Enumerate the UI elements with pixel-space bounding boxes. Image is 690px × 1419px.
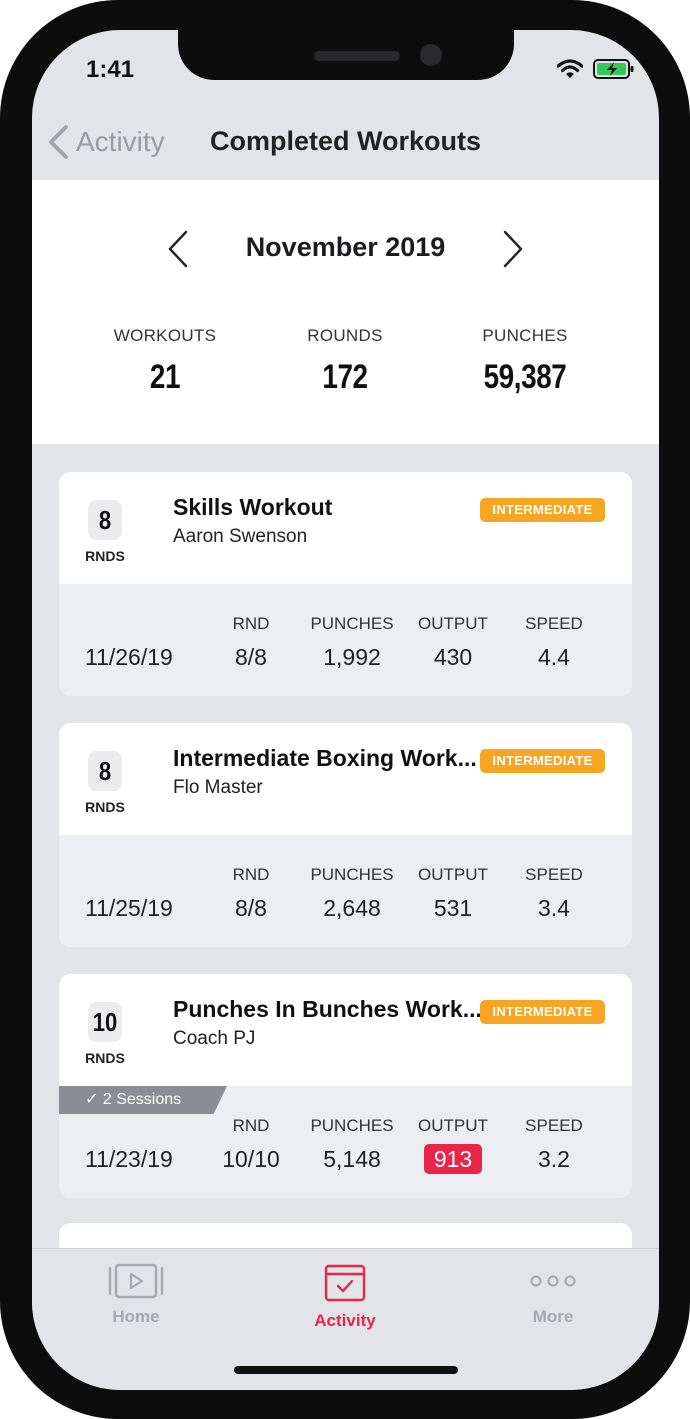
coach-name: Aaron Swenson: [173, 526, 308, 547]
stat-rounds: ROUNDS 172: [255, 326, 435, 397]
metric-label-punches: PUNCHES: [310, 865, 394, 884]
rounds-badge: 8: [88, 751, 122, 791]
workout-card[interactable]: 8 RNDS Intermediate Boxing Work... Flo M…: [59, 723, 632, 947]
sessions-tag: ✓ 2 Sessions: [59, 1086, 227, 1114]
rounds-badge: 10: [88, 1002, 122, 1042]
workout-card-header: 10 RNDS Punches In Bunches Work... Coach…: [59, 974, 632, 1086]
metric-value-punches: 5,148: [323, 1146, 381, 1172]
coach-name: Coach PJ: [173, 1028, 256, 1049]
workout-title: Skills Workout: [173, 494, 333, 520]
metric-value-speed: 4.4: [538, 644, 570, 670]
level-badge: INTERMEDIATE: [480, 749, 605, 773]
metric-value-output: 430: [433, 644, 473, 670]
month-label: November 2019: [245, 232, 446, 262]
metric-label-output: OUTPUT: [418, 1116, 488, 1135]
ellipsis-icon: [530, 1275, 576, 1287]
workout-date: 11/23/19: [85, 1146, 173, 1172]
stat-workouts: WORKOUTS 21: [75, 326, 255, 397]
month-summary: November 2019 WORKOUTS 21 ROUNDS 172 PUN…: [32, 180, 659, 444]
workout-card[interactable]: 10 RNDS Punches In Bunches Work... Coach…: [59, 974, 632, 1198]
workout-card-header: 8 RNDS Intermediate Boxing Work... Flo M…: [59, 723, 632, 835]
metric-value-punches: 1,992: [323, 644, 381, 670]
metric-label-speed: SPEED: [525, 865, 583, 884]
tab-label: More: [532, 1307, 574, 1326]
stat-punches: PUNCHES 59,387: [435, 326, 615, 397]
workout-date: 11/25/19: [85, 895, 173, 921]
workout-title: Intermediate Boxing Work...: [173, 745, 477, 771]
workout-metrics: ✓ 2 Sessions RND PUNCHES OUTPUT SPEED 11…: [59, 1086, 632, 1198]
stat-value: 172: [322, 358, 368, 396]
metric-label-rnd: RND: [232, 865, 270, 884]
speaker-grille: [314, 51, 400, 61]
metric-label-speed: SPEED: [525, 1116, 583, 1135]
navigation-bar: Activity Completed Workouts: [32, 110, 659, 178]
metric-value-rnd: 8/8: [235, 644, 267, 670]
video-play-icon: [108, 1263, 164, 1299]
metric-label-rnd: RND: [232, 1116, 270, 1135]
metric-value-punches: 2,648: [323, 895, 381, 921]
metric-value-rnd: 8/8: [235, 895, 267, 921]
metric-value-speed: 3.2: [538, 1146, 570, 1172]
battery-charging-icon: [593, 59, 634, 79]
level-badge: INTERMEDIATE: [480, 1000, 605, 1024]
rounds-unit: RNDS: [85, 548, 125, 564]
tab-home[interactable]: Home: [66, 1263, 206, 1327]
rounds-unit: RNDS: [85, 1050, 125, 1066]
output-highlight: 913: [423, 1144, 483, 1174]
wifi-icon: [557, 59, 583, 78]
stat-label: ROUNDS: [307, 326, 383, 345]
workout-title: Punches In Bunches Work...: [173, 996, 482, 1022]
rounds-badge: 8: [88, 500, 122, 540]
notch: [178, 30, 514, 80]
coach-name: Flo Master: [173, 777, 263, 798]
metric-label-punches: PUNCHES: [310, 614, 394, 633]
back-chevron-icon[interactable]: [46, 124, 70, 160]
workout-metrics: RND PUNCHES OUTPUT SPEED 11/26/19 8/8 1,…: [59, 584, 632, 696]
page-title: Completed Workouts: [210, 126, 482, 156]
tab-label: Home: [112, 1307, 160, 1326]
screen: 1:41 Activity Completed Workouts Novembe…: [32, 30, 659, 1390]
workout-card[interactable]: 8 RNDS Skills Workout Aaron Swenson INTE…: [59, 472, 632, 696]
phone-frame: 1:41 Activity Completed Workouts Novembe…: [0, 0, 690, 1419]
stat-label: WORKOUTS: [113, 326, 217, 345]
metric-label-punches: PUNCHES: [310, 1116, 394, 1135]
stat-value: 59,387: [483, 358, 567, 396]
metric-label-output: OUTPUT: [418, 865, 488, 884]
stat-value: 21: [149, 358, 181, 396]
metric-value-speed: 3.4: [538, 895, 570, 921]
next-month-icon[interactable]: [501, 230, 525, 268]
rounds-unit: RNDS: [85, 799, 125, 815]
tab-more[interactable]: More: [483, 1263, 623, 1327]
tab-activity[interactable]: Activity: [275, 1263, 415, 1331]
calendar-check-icon: [324, 1264, 366, 1302]
workout-card-header: 8 RNDS Skills Workout Aaron Swenson INTE…: [59, 472, 632, 584]
metric-label-speed: SPEED: [525, 614, 583, 633]
metric-label-rnd: RND: [232, 614, 270, 633]
metric-label-output: OUTPUT: [418, 614, 488, 633]
metric-value-output: 531: [433, 895, 473, 921]
level-badge: INTERMEDIATE: [480, 498, 605, 522]
workout-metrics: RND PUNCHES OUTPUT SPEED 11/25/19 8/8 2,…: [59, 835, 632, 947]
back-button[interactable]: Activity: [76, 126, 165, 158]
workout-date: 11/26/19: [85, 644, 173, 670]
metric-value-output: 913: [409, 1144, 497, 1174]
status-time: 1:41: [86, 56, 135, 83]
tab-label: Activity: [314, 1311, 376, 1330]
home-indicator[interactable]: [234, 1366, 458, 1374]
metric-value-rnd: 10/10: [222, 1146, 280, 1172]
stat-label: PUNCHES: [482, 326, 568, 345]
camera-icon: [420, 44, 442, 66]
